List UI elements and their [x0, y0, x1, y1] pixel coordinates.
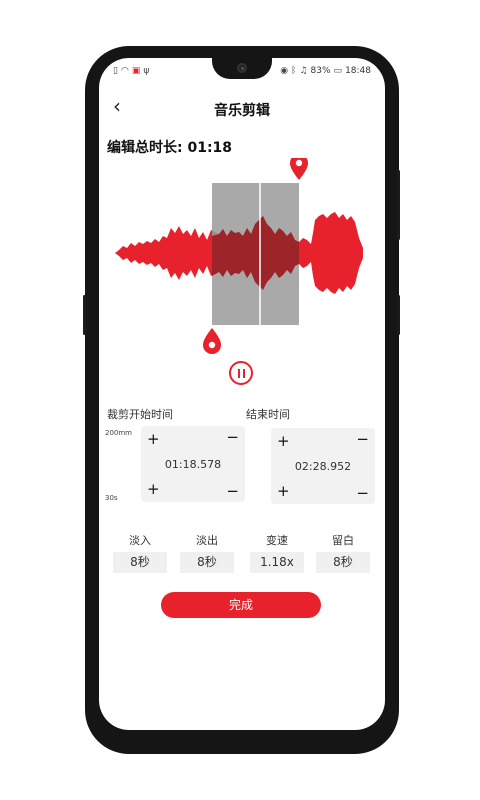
mute-icon: ♫ — [299, 66, 308, 76]
done-button[interactable]: 完成 — [161, 592, 321, 618]
end-time-value[interactable]: 02:28.952 — [271, 460, 375, 473]
bluetooth-icon: ᛒ — [291, 66, 297, 76]
start-time-adjuster: + − 01:18.578 + − — [141, 426, 245, 502]
scale-top-label: 200mm — [105, 429, 132, 437]
pause-bar — [242, 368, 245, 378]
trim-end-label: 结束时间 — [246, 408, 290, 421]
battery-icon: ▭ — [333, 66, 343, 76]
speed-value[interactable]: 1.18x — [250, 552, 304, 573]
start-plus-button[interactable]: + — [147, 432, 160, 447]
trim-start-label: 裁剪开始时间 — [107, 408, 173, 421]
speed-label: 变速 — [266, 534, 288, 547]
fade-out-label: 淡出 — [196, 534, 218, 547]
fade-in-value[interactable]: 8秒 — [113, 552, 167, 573]
sim-icon: ▯ — [113, 66, 118, 76]
waveform-editor[interactable] — [99, 158, 385, 358]
end-minus-button[interactable]: − — [356, 486, 369, 501]
end-plus-button[interactable]: + — [277, 484, 290, 499]
pause-bar — [237, 368, 240, 378]
eye-icon: ◉ — [280, 66, 289, 76]
end-marker-pin-icon[interactable] — [290, 158, 308, 180]
start-marker-pin-icon[interactable] — [203, 328, 221, 354]
power-button — [397, 170, 400, 240]
padding-label: 留白 — [332, 534, 354, 547]
start-time-value[interactable]: 01:18.578 — [141, 458, 245, 471]
wifi-icon: ◠ — [120, 66, 129, 76]
usb-icon: ψ — [143, 66, 150, 76]
page-title: 音乐剪辑 — [214, 103, 270, 119]
clock: 18:48 — [345, 66, 371, 76]
status-bar-right: ◉ ᛒ ♫ 83% ▭ 18:48 — [280, 66, 371, 76]
start-minus-button[interactable]: − — [226, 430, 239, 445]
camera-icon — [237, 63, 247, 73]
side-button — [397, 295, 400, 335]
total-duration: 编辑总时长: 01:18 — [107, 140, 233, 156]
padding-value[interactable]: 8秒 — [316, 552, 370, 573]
battery-percent: 83% — [310, 66, 331, 76]
end-plus-button[interactable]: + — [277, 434, 290, 449]
pause-button[interactable] — [229, 361, 253, 385]
app-screen: ▯ ◠ ▣ ψ ◉ ᛒ ♫ 83% ▭ 18:48 ‹ 音乐剪辑 编辑总时长: … — [99, 58, 385, 730]
scale-bottom-label: 30s — [105, 494, 118, 502]
start-minus-button[interactable]: − — [226, 484, 239, 499]
fade-in-label: 淡入 — [129, 534, 151, 547]
volume-button — [83, 295, 86, 335]
end-time-adjuster: + − 02:28.952 + − — [271, 428, 375, 504]
end-minus-button[interactable]: − — [356, 432, 369, 447]
fade-out-value[interactable]: 8秒 — [180, 552, 234, 573]
start-plus-button[interactable]: + — [147, 482, 160, 497]
status-bar-left: ▯ ◠ ▣ ψ — [113, 66, 149, 76]
app-notification-icon: ▣ — [131, 66, 141, 76]
